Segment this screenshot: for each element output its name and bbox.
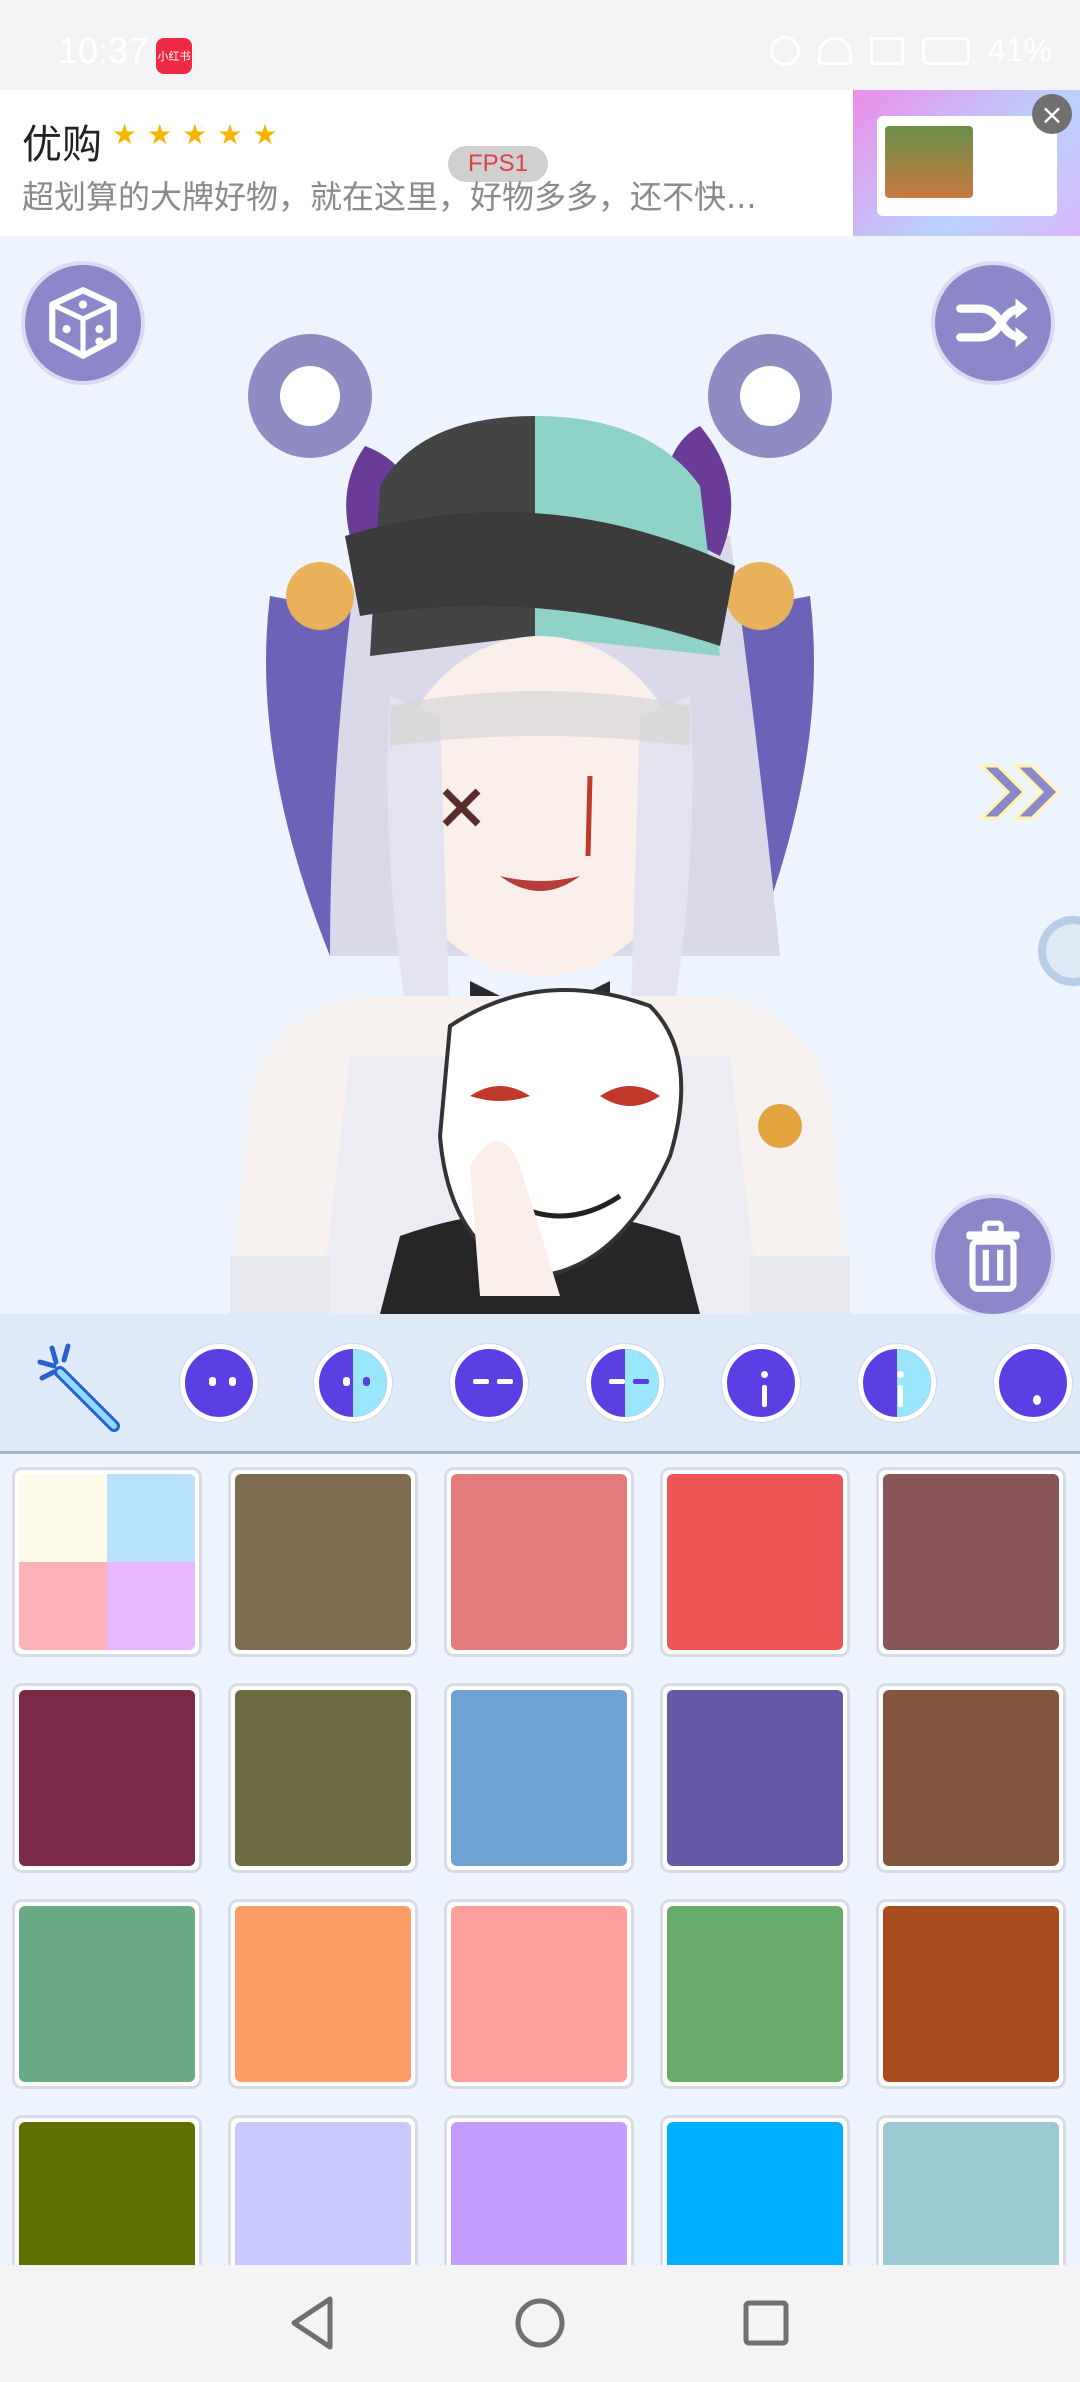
star-icon: ★ (147, 118, 173, 151)
avatar-canvas (0, 236, 1080, 1314)
random-dice-button[interactable] (21, 261, 145, 385)
trash-icon (966, 1220, 1020, 1292)
face-eyes-lines-half-icon[interactable] (586, 1344, 666, 1424)
color-swatch[interactable] (660, 1683, 850, 1873)
color-swatch-fill (667, 1474, 843, 1650)
color-swatch-fill (883, 1690, 1059, 1866)
color-swatch-fill (883, 2122, 1059, 2265)
recents-square-icon[interactable] (734, 2291, 798, 2355)
ad-banner[interactable]: 优购 ★ ★ ★ ★ ★ 超划算的大牌好物，就在这里，好物多多，还不快... F… (0, 90, 1080, 236)
wifi-icon (817, 36, 852, 65)
color-swatch-fill (667, 1690, 843, 1866)
app-root: 10:37 小红书 41% 优购 ★ ★ ★ ★ ★ 超划算的大牌好物，就在这里… (0, 0, 1080, 2382)
battery-icon (921, 36, 970, 65)
color-swatch-fill (883, 1906, 1059, 2082)
home-circle-icon[interactable] (508, 2291, 572, 2355)
color-swatch-fill (451, 2122, 627, 2265)
color-swatch[interactable] (228, 1467, 418, 1657)
color-swatch[interactable] (660, 2115, 850, 2265)
star-icon: ★ (217, 118, 243, 151)
shuffle-button[interactable] (931, 261, 1055, 385)
signal-icon (869, 36, 904, 65)
status-bar: 10:37 小红书 41% (0, 0, 1080, 90)
color-swatch[interactable] (444, 2115, 634, 2265)
color-swatch-quadrant (107, 1474, 195, 1562)
status-icons: 41% (769, 32, 1052, 69)
color-swatch[interactable] (876, 2115, 1066, 2265)
color-swatch[interactable] (228, 2115, 418, 2265)
color-swatch-fill (19, 1906, 195, 2082)
status-time: 10:37 (58, 30, 149, 71)
star-icon: ★ (182, 118, 208, 151)
ad-description: 超划算的大牌好物，就在这里，好物多多，还不快... (22, 178, 757, 216)
color-swatch-fill (235, 2122, 411, 2265)
color-palette (0, 1457, 1080, 2265)
color-swatch[interactable] (876, 1683, 1066, 1873)
color-swatch[interactable] (876, 1467, 1066, 1657)
dice-icon (49, 287, 117, 359)
double-chevron-right-icon[interactable] (978, 762, 1064, 822)
color-swatch[interactable] (876, 1899, 1066, 2089)
color-swatch[interactable] (660, 1899, 850, 2089)
color-swatch-fill (19, 2122, 195, 2265)
back-triangle-icon[interactable] (282, 2291, 346, 2355)
color-swatch[interactable] (12, 1467, 202, 1657)
face-dot-icon[interactable] (994, 1344, 1074, 1424)
magic-wand-icon[interactable] (32, 1338, 132, 1438)
close-icon[interactable]: × (1032, 94, 1072, 134)
color-swatch-fill (19, 1690, 195, 1866)
face-exclaim-half-icon[interactable] (858, 1344, 938, 1424)
color-swatch-fill (451, 1474, 627, 1650)
ad-thumbnail-card (877, 116, 1057, 216)
color-swatch-quadrant (107, 1562, 195, 1650)
color-swatch-quadrant (19, 1562, 107, 1650)
color-swatch-fill (451, 1906, 627, 2082)
color-swatch[interactable] (228, 1683, 418, 1873)
delete-button[interactable] (931, 1194, 1055, 1314)
ad-thumbnail-image (885, 126, 973, 198)
face-eyes-dots-half-icon[interactable] (314, 1344, 394, 1424)
expression-toolbar (0, 1314, 1080, 1454)
xiaohongshu-icon: 小红书 (156, 38, 192, 74)
battery-percent: 41% (987, 32, 1052, 68)
color-swatch-quadrant (19, 1474, 107, 1562)
color-swatch-fill (235, 1690, 411, 1866)
color-swatch-fill (667, 2122, 843, 2265)
shuffle-icon (956, 298, 1028, 348)
color-swatch[interactable] (12, 1899, 202, 2089)
color-swatch-fill (667, 1906, 843, 2082)
face-exclaim-icon[interactable] (722, 1344, 802, 1424)
color-swatch-fill (235, 1474, 411, 1650)
navigation-bar (0, 2265, 1080, 2382)
face-eyes-lines-icon[interactable] (450, 1344, 530, 1424)
color-swatch[interactable] (444, 1683, 634, 1873)
color-swatch[interactable] (12, 1683, 202, 1873)
color-swatch[interactable] (228, 1899, 418, 2089)
alarm-icon (769, 35, 800, 66)
color-swatch[interactable] (12, 2115, 202, 2265)
ad-title: 优购 (22, 122, 102, 168)
avatar-character (230, 334, 850, 1314)
star-icon: ★ (252, 118, 278, 151)
color-swatch-fill (451, 1690, 627, 1866)
color-swatch[interactable] (444, 1899, 634, 2089)
color-swatch[interactable] (444, 1467, 634, 1657)
color-swatch-fill (883, 1474, 1059, 1650)
ad-rating: ★ ★ ★ ★ ★ (112, 118, 278, 151)
star-icon: ★ (112, 118, 138, 151)
color-swatch[interactable] (660, 1467, 850, 1657)
color-swatch-fill (19, 1474, 195, 1650)
fps-badge: FPS1 (448, 146, 549, 182)
color-swatch-fill (235, 1906, 411, 2082)
face-eyes-dots-icon[interactable] (180, 1344, 260, 1424)
